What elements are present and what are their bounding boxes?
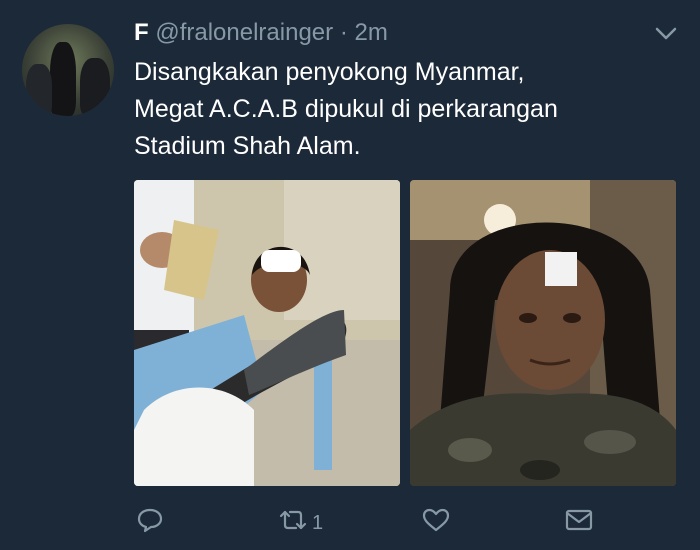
chevron-down-icon[interactable]	[652, 22, 680, 44]
tweet-actions: 1	[0, 505, 700, 545]
tweet-text-line: Megat A.C.A.B dipukul di perkarangan	[134, 95, 558, 123]
user-handle[interactable]: @fralonelrainger	[155, 19, 333, 46]
tweet: F @fralonelrainger · 2m Disangkakan peny…	[0, 0, 700, 550]
retweet-icon	[278, 507, 308, 539]
reply-icon	[136, 507, 164, 539]
tweet-photo-1[interactable]	[134, 180, 400, 486]
tweet-photo-2[interactable]	[410, 180, 676, 486]
tweet-header: F @fralonelrainger · 2m	[134, 16, 388, 50]
timestamp[interactable]: 2m	[354, 19, 387, 46]
tweet-text-line: Disangkakan penyokong Myanmar,	[134, 58, 525, 86]
direct-message-button[interactable]	[564, 505, 594, 541]
separator-dot: ·	[339, 19, 348, 46]
display-name[interactable]: F	[134, 19, 149, 46]
reply-button[interactable]	[136, 505, 164, 541]
retweet-button[interactable]: 1	[278, 505, 323, 541]
avatar[interactable]	[22, 24, 114, 116]
envelope-icon	[564, 507, 594, 539]
tweet-text-line: Stadium Shah Alam.	[134, 132, 361, 160]
retweet-count: 1	[312, 511, 324, 534]
tweet-text: Disangkakan penyokong Myanmar, Megat A.C…	[134, 54, 674, 165]
like-button[interactable]	[421, 505, 451, 541]
heart-icon	[421, 507, 451, 539]
